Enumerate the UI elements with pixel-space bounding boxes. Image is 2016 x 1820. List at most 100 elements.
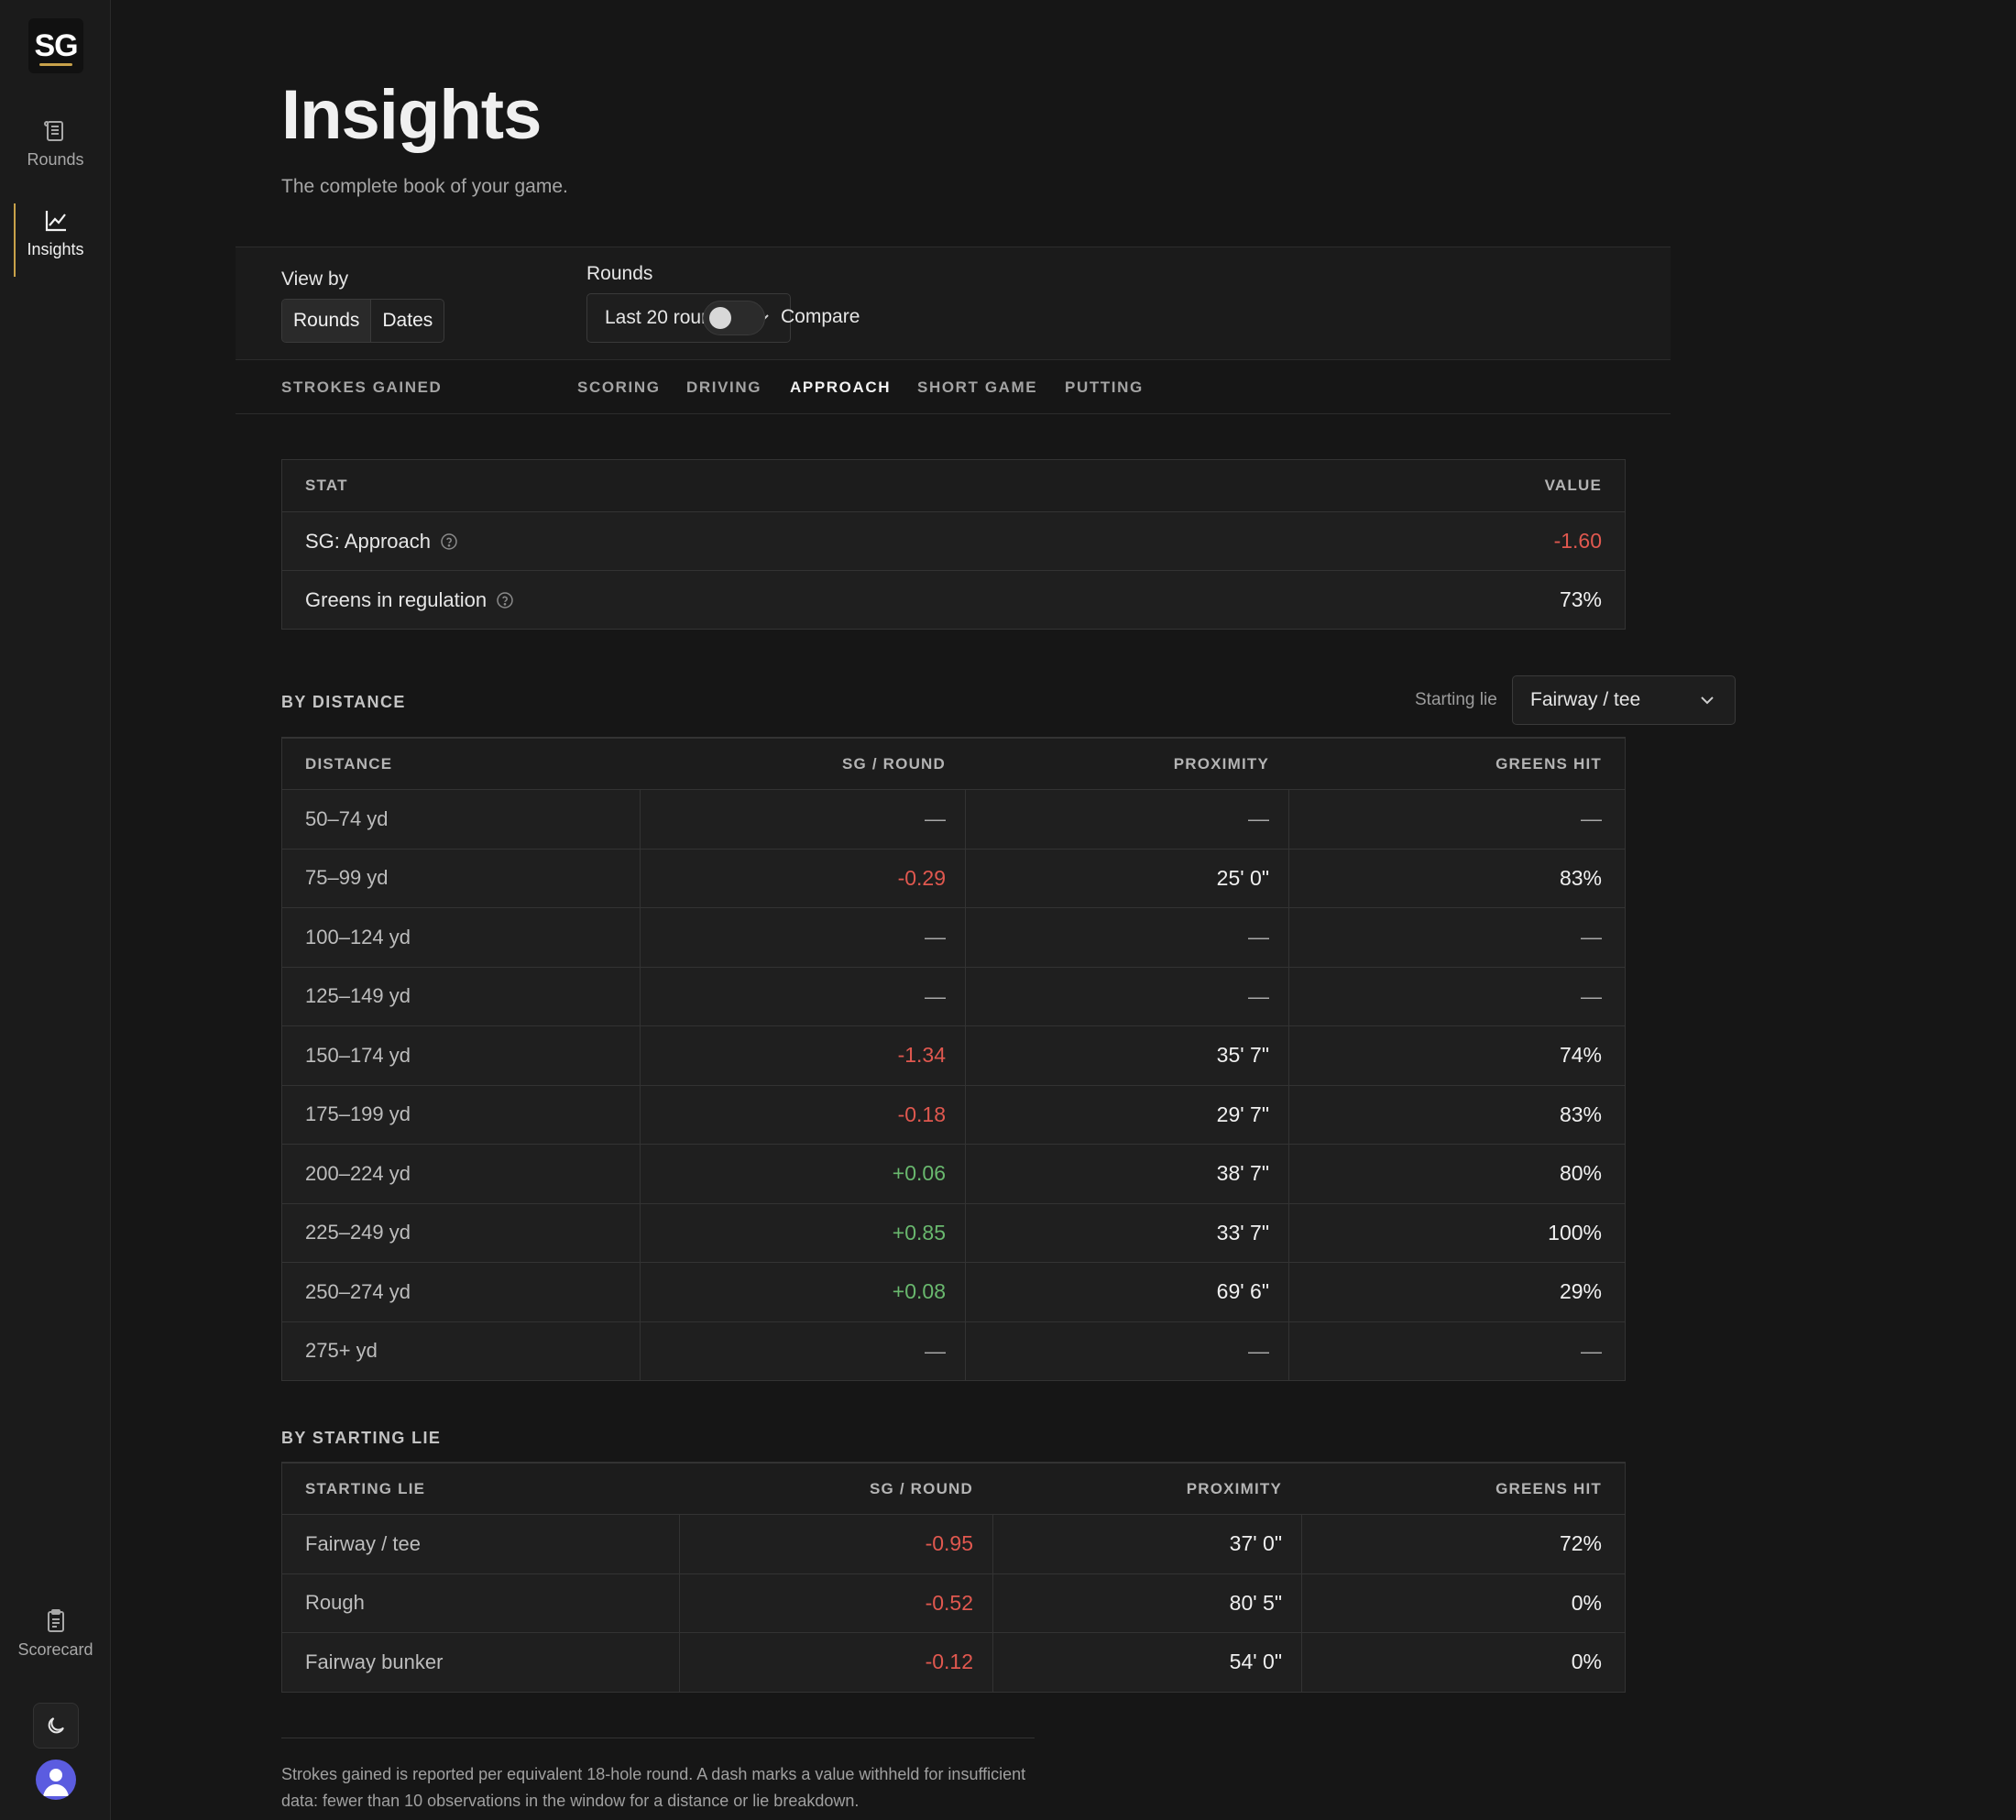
row-label: 200–224 yd <box>305 1161 411 1185</box>
by-starting-lie-title: BY STARTING LIE <box>281 1429 442 1447</box>
sg-round-value: -0.29 <box>897 865 946 890</box>
scorecard-icon <box>47 1609 64 1632</box>
summary-table: STAT VALUE SG: Approach -1.60 Greens in … <box>281 459 1626 630</box>
user-avatar[interactable] <box>36 1760 76 1800</box>
greens-hit-value: 29% <box>1559 1279 1602 1304</box>
table-row: Rough -0.52 80' 5" 0% <box>282 1573 1625 1633</box>
greens-hit-value: — <box>1581 806 1602 831</box>
greens-hit-value: 0% <box>1571 1650 1602 1674</box>
greens-hit-value: 100% <box>1548 1220 1602 1244</box>
chevron-down-icon <box>1701 696 1714 705</box>
row-label: 100–124 yd <box>305 925 411 948</box>
proximity-value: — <box>1248 925 1269 949</box>
tab-short-game[interactable]: SHORT GAME <box>917 378 1037 397</box>
row-label: 225–249 yd <box>305 1221 411 1244</box>
sg-round-value: — <box>925 1338 946 1363</box>
view-by-rounds-option[interactable]: Rounds <box>282 300 372 342</box>
column-header-greens-hit: GREENS HIT <box>1496 754 1602 773</box>
by-distance-table: DISTANCE SG / ROUND PROXIMITY GREENS HIT… <box>281 737 1626 1381</box>
view-by-segmented-control: Rounds Dates <box>281 299 445 343</box>
column-header-value: VALUE <box>1544 477 1602 494</box>
table-row: 175–199 yd -0.18 29' 7" 83% <box>282 1084 1625 1145</box>
greens-hit-value: 0% <box>1571 1590 1602 1615</box>
starting-lie-label: Starting lie <box>1415 690 1497 709</box>
sidebar-item-rounds[interactable]: Rounds <box>0 117 111 170</box>
greens-hit-value: 83% <box>1559 865 1602 890</box>
greens-hit-value: 80% <box>1559 1161 1602 1186</box>
moon-icon <box>48 1717 64 1734</box>
proximity-value: 37' 0" <box>1229 1531 1282 1556</box>
chart-icon <box>45 211 66 232</box>
stat-name: Greens in regulation <box>305 587 488 611</box>
column-header-stat: STAT <box>305 477 348 494</box>
theme-toggle-button[interactable] <box>33 1703 79 1749</box>
column-header-sg-round: SG / ROUND <box>869 1479 973 1497</box>
row-label: 75–99 yd <box>305 866 389 890</box>
row-label: 275+ yd <box>305 1339 378 1363</box>
tab-approach[interactable]: APPROACH <box>790 378 891 397</box>
column-header-distance: DISTANCE <box>305 754 393 773</box>
sg-round-value: -0.12 <box>925 1650 973 1674</box>
greens-hit-value: — <box>1581 925 1602 949</box>
help-icon[interactable] <box>440 532 458 551</box>
table-row: 100–124 yd — — — <box>282 907 1625 967</box>
footnote: Strokes gained is reported per equivalen… <box>281 1765 1026 1810</box>
proximity-value: 33' 7" <box>1216 1220 1269 1244</box>
table-row: 50–74 yd — — — <box>282 789 1625 849</box>
table-row: 225–249 yd +0.85 33' 7" 100% <box>282 1202 1625 1263</box>
sg-round-value: +0.85 <box>892 1220 946 1244</box>
table-row: Fairway / tee -0.95 37' 0" 72% <box>282 1514 1625 1573</box>
row-label: 50–74 yd <box>305 806 389 830</box>
tab-driving[interactable]: DRIVING <box>686 378 761 397</box>
sidebar: SG Rounds Insights Scorecard <box>0 0 111 1820</box>
greens-hit-value: 74% <box>1559 1043 1602 1068</box>
sidebar-item-label: Rounds <box>27 150 84 169</box>
controls-bar <box>236 247 1671 360</box>
compare-toggle[interactable] <box>703 301 765 335</box>
sidebar-item-insights[interactable]: Insights <box>0 207 111 259</box>
table-row: 75–99 yd -0.29 25' 0" 83% <box>282 848 1625 908</box>
row-label: 150–174 yd <box>305 1043 411 1067</box>
page-title: Insights <box>281 76 542 154</box>
tab-scoring[interactable]: SCORING <box>577 378 661 397</box>
table-row: 200–224 yd +0.06 38' 7" 80% <box>282 1144 1625 1203</box>
table-row: 125–149 yd — — — <box>282 966 1625 1026</box>
stat-value: -1.60 <box>1553 529 1602 553</box>
logo-text: SG <box>34 27 78 63</box>
tab-strokes-gained[interactable]: STROKES GAINED <box>281 378 442 397</box>
row-label: Rough <box>305 1591 365 1615</box>
logo-underline <box>39 63 72 66</box>
tab-putting[interactable]: PUTTING <box>1065 378 1144 397</box>
view-by-label: View by <box>281 269 349 290</box>
greens-hit-value: — <box>1581 983 1602 1008</box>
proximity-value: 38' 7" <box>1216 1161 1269 1186</box>
sg-round-value: — <box>925 925 946 949</box>
proximity-value: — <box>1248 1338 1269 1363</box>
table-row: 275+ yd — — — <box>282 1321 1625 1381</box>
proximity-value: 69' 6" <box>1216 1279 1269 1304</box>
stat-name: SG: Approach <box>305 529 431 553</box>
toggle-knob <box>709 307 731 329</box>
proximity-value: 35' 7" <box>1216 1043 1269 1068</box>
help-icon[interactable] <box>496 591 514 609</box>
column-header-starting-lie: STARTING LIE <box>305 1479 426 1497</box>
row-label: 175–199 yd <box>305 1102 411 1126</box>
sidebar-item-scorecard[interactable]: Scorecard <box>0 1607 111 1660</box>
sidebar-item-label: Insights <box>27 240 84 258</box>
proximity-value: — <box>1248 806 1269 831</box>
page-subtitle: The complete book of your game. <box>281 176 568 197</box>
column-header-sg-round: SG / ROUND <box>841 754 946 773</box>
rounds-filter-label: Rounds <box>586 263 653 284</box>
table-header-row: STAT VALUE <box>282 460 1625 511</box>
sg-round-value: +0.06 <box>892 1161 946 1186</box>
table-row: 250–274 yd +0.08 69' 6" 29% <box>282 1262 1625 1321</box>
starting-lie-dropdown[interactable]: Fairway / tee <box>1512 675 1736 725</box>
proximity-value: — <box>1248 983 1269 1008</box>
sg-round-value: — <box>925 806 946 831</box>
greens-hit-value: 83% <box>1559 1102 1602 1126</box>
row-label: 250–274 yd <box>305 1279 411 1303</box>
view-by-dates-option[interactable]: Dates <box>371 300 444 342</box>
row-label: Fairway bunker <box>305 1650 444 1673</box>
sg-round-value: -0.52 <box>925 1590 973 1615</box>
proximity-value: 25' 0" <box>1216 865 1269 890</box>
